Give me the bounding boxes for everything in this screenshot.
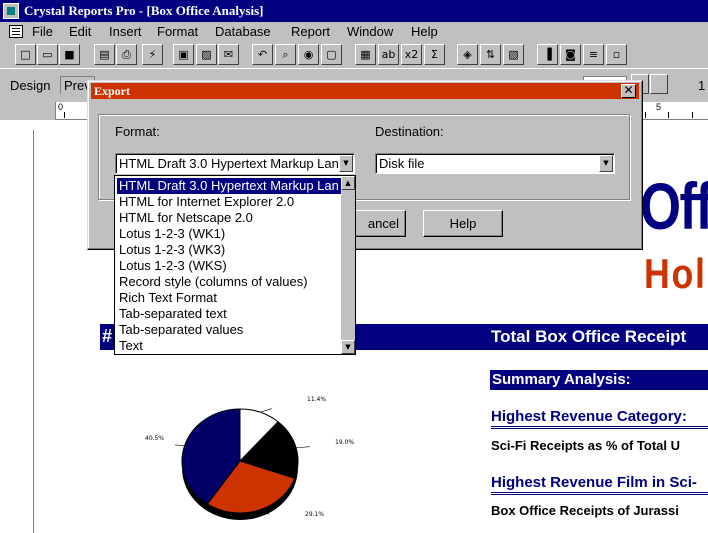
- scroll-up-icon[interactable]: ▲: [341, 176, 355, 190]
- search-icon[interactable]: ⌕: [275, 44, 296, 65]
- highest-category-heading[interactable]: Highest Revenue Category:: [491, 408, 708, 429]
- picture-icon[interactable]: ◙: [560, 44, 581, 65]
- menu-edit[interactable]: Edit: [69, 24, 91, 39]
- export-icon[interactable]: ▨: [196, 44, 217, 65]
- format-dropdown[interactable]: HTML Draft 3.0 Hypertext Markup Lan ▼: [115, 153, 355, 174]
- select-icon[interactable]: ▧: [503, 44, 524, 65]
- database-icon[interactable]: ▦: [355, 44, 376, 65]
- print-icon[interactable]: ⎙: [116, 44, 137, 65]
- band-title[interactable]: Total Box Office Receipt: [491, 327, 686, 347]
- format-option[interactable]: HTML Draft 3.0 Hypertext Markup Lan: [116, 177, 342, 195]
- menu-format[interactable]: Format: [157, 24, 198, 39]
- format-listbox[interactable]: ▲ ▼ HTML Draft 3.0 Hypertext Markup Lan H…: [114, 175, 356, 355]
- ruler-tick: [64, 112, 65, 118]
- menu-database[interactable]: Database: [215, 24, 271, 39]
- mail-icon[interactable]: ✉: [218, 44, 239, 65]
- pie-data-label: 11.4%: [307, 396, 327, 403]
- find-icon[interactable]: ◉: [298, 44, 319, 65]
- help-button[interactable]: Help: [423, 210, 503, 237]
- menu-report[interactable]: Report: [291, 24, 330, 39]
- undo-icon[interactable]: ↶: [252, 44, 273, 65]
- document-control-icon[interactable]: [9, 25, 23, 38]
- chevron-down-icon[interactable]: ▼: [339, 155, 353, 172]
- sort-icon[interactable]: ⇅: [480, 44, 501, 65]
- zoom-icon[interactable]: ▢: [321, 44, 342, 65]
- chart-icon[interactable]: ▐: [537, 44, 558, 65]
- pie-leader-line: [296, 446, 310, 449]
- pie-data-label: 19.0%: [335, 439, 355, 446]
- scrollbar[interactable]: ▲ ▼: [341, 176, 355, 354]
- pie-data-label: 40.5%: [145, 435, 165, 442]
- format-dropdown-value: HTML Draft 3.0 Hypertext Markup Lan: [119, 156, 339, 171]
- pie-data-label: 29.1%: [305, 511, 325, 518]
- dialog-title: Export: [94, 84, 130, 98]
- sum-icon[interactable]: Σ: [424, 44, 445, 65]
- line-icon[interactable]: ≡: [583, 44, 604, 65]
- menu-window[interactable]: Window: [347, 24, 393, 39]
- highest-film-heading[interactable]: Highest Revenue Film in Sci-: [491, 474, 708, 495]
- report-title[interactable]: Off: [640, 168, 708, 244]
- menu-help[interactable]: Help: [411, 24, 438, 39]
- format-option[interactable]: Tab-separated text: [117, 306, 341, 322]
- ruler-tick: [668, 112, 669, 118]
- menu-insert[interactable]: Insert: [109, 24, 142, 39]
- format-option[interactable]: HTML for Internet Explorer 2.0: [117, 194, 341, 210]
- snapshot-icon[interactable]: ▣: [173, 44, 194, 65]
- menu-file[interactable]: File: [32, 24, 53, 39]
- close-icon[interactable]: ✕: [621, 84, 636, 98]
- format-option[interactable]: Rich Text Format: [117, 290, 341, 306]
- print-preview-icon[interactable]: ▤: [94, 44, 115, 65]
- group-expert-icon[interactable]: ◈: [457, 44, 478, 65]
- new-icon[interactable]: □: [15, 44, 36, 65]
- destination-dropdown[interactable]: Disk file ▼: [375, 153, 615, 174]
- destination-dropdown-value: Disk file: [379, 156, 425, 171]
- highest-category-text[interactable]: Sci-Fi Receipts as % of Total U: [491, 438, 680, 453]
- text-field-icon[interactable]: ab: [378, 44, 399, 65]
- refresh-icon[interactable]: ⚡: [142, 44, 163, 65]
- save-icon[interactable]: ■: [59, 44, 80, 65]
- format-option[interactable]: Lotus 1-2-3 (WK1): [117, 226, 341, 242]
- ruler-tick: [645, 112, 646, 118]
- format-label: Format:: [115, 124, 160, 139]
- destination-label: Destination:: [375, 124, 444, 139]
- report-subtitle[interactable]: Hol: [644, 250, 707, 298]
- page-number: 1: [698, 78, 706, 93]
- format-option[interactable]: Text: [117, 338, 341, 354]
- format-option[interactable]: Lotus 1-2-3 (WKS): [117, 258, 341, 274]
- band-hash-label: #: [102, 326, 113, 346]
- ruler-corner: [0, 102, 56, 120]
- pie-chart[interactable]: [175, 395, 345, 520]
- open-icon[interactable]: ▭: [37, 44, 58, 65]
- format-option[interactable]: Lotus 1-2-3 (WK3): [117, 242, 341, 258]
- format-option[interactable]: Record style (columns of values): [117, 274, 341, 290]
- pie-leader-line: [260, 408, 272, 413]
- menu-bar: File Edit Insert Format Database Report …: [0, 22, 708, 42]
- pie-leader-line: [175, 444, 185, 447]
- dialog-title-bar[interactable]: Export ✕: [91, 83, 639, 99]
- ruler-mark-5: 5: [656, 102, 662, 112]
- ruler-mark-0: 0: [58, 102, 64, 112]
- box-icon[interactable]: ▫: [606, 44, 627, 65]
- toolbar: □ ▭ ■ ▤ ⎙ ⚡ ▣ ▨ ✉ ↶ ⌕ ◉ ▢ ▦ ab x2 Σ ◈ ⇅ …: [0, 42, 708, 68]
- chevron-down-icon[interactable]: ▼: [599, 155, 613, 172]
- format-option[interactable]: Tab-separated values: [117, 322, 341, 338]
- ruler-tick: [692, 112, 693, 118]
- summary-heading[interactable]: Summary Analysis:: [490, 370, 708, 390]
- page-border: [33, 130, 34, 533]
- prev-page-button[interactable]: [650, 74, 668, 94]
- highest-film-text[interactable]: Box Office Receipts of Jurassi: [491, 503, 679, 518]
- app-icon[interactable]: [3, 3, 19, 19]
- formula-icon[interactable]: x2: [401, 44, 422, 65]
- window-title: Crystal Reports Pro - [Box Office Analys…: [24, 3, 264, 18]
- scroll-down-icon[interactable]: ▼: [341, 340, 355, 354]
- title-bar: Crystal Reports Pro - [Box Office Analys…: [0, 0, 708, 22]
- tab-design[interactable]: Design: [10, 78, 50, 93]
- format-option[interactable]: HTML for Netscape 2.0: [117, 210, 341, 226]
